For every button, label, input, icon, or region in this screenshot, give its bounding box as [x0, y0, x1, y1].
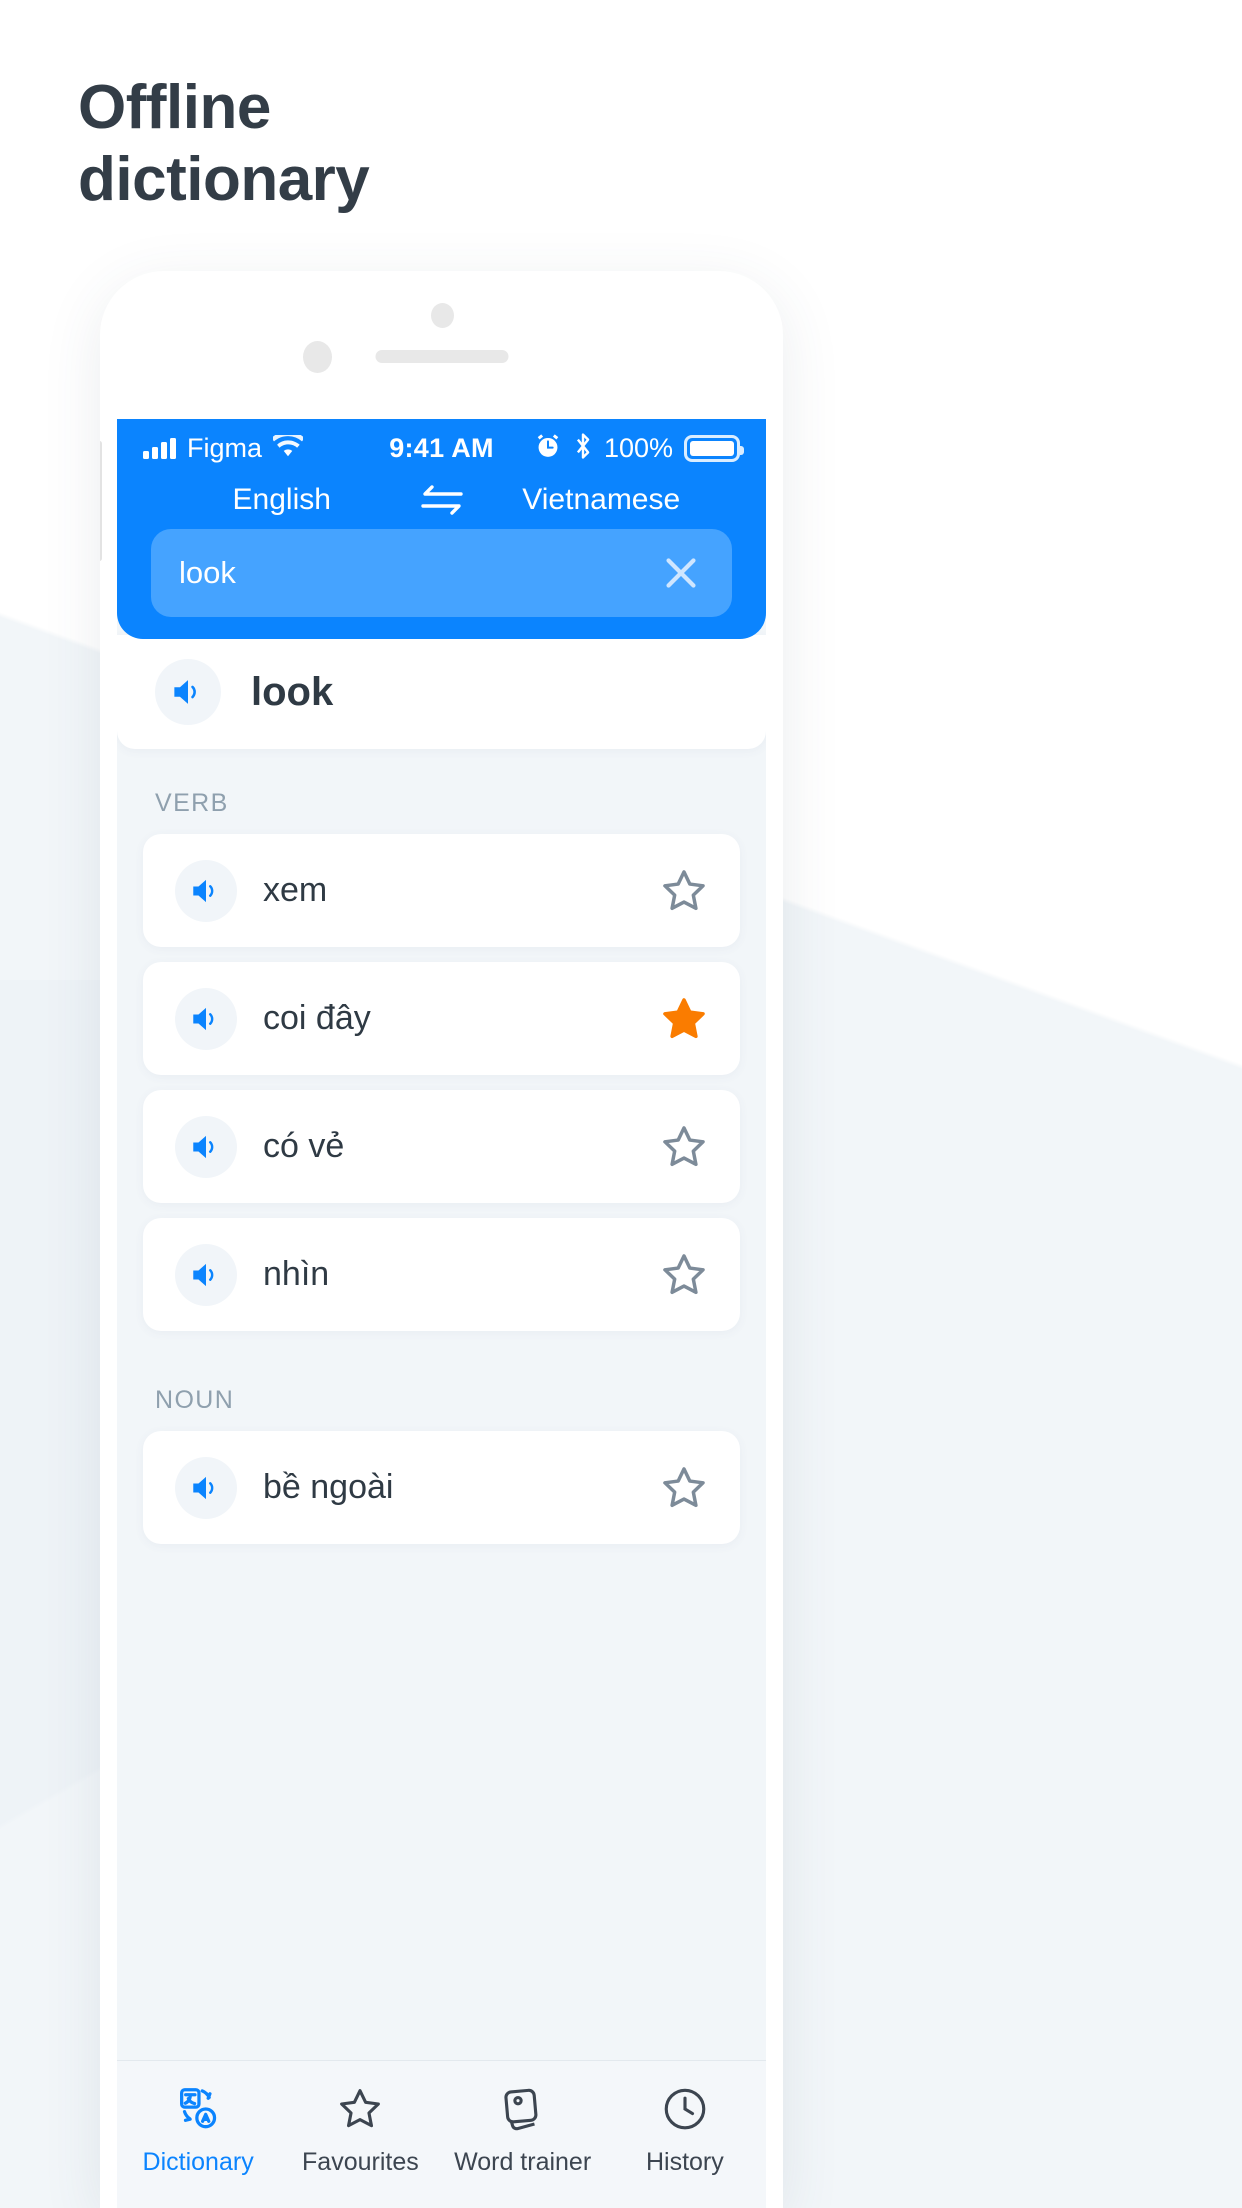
star-filled-icon: [663, 997, 705, 1038]
part-of-speech-label: VERB: [155, 789, 229, 817]
results-list: look VERB xem coi đây có vẻ nhìn NOUN bề…: [117, 635, 766, 1544]
speaker-icon: [174, 680, 196, 704]
signal-bars-icon: [143, 437, 176, 459]
tab-label: Dictionary: [142, 2148, 254, 2176]
favourite-toggle-button[interactable]: [658, 993, 710, 1045]
phone-earpiece-speaker: [375, 350, 508, 363]
carrier-label: Figma: [187, 432, 263, 463]
search-input[interactable]: look: [179, 555, 658, 591]
clock-icon: [660, 2081, 710, 2137]
phone-side-button: [100, 441, 102, 561]
star-outline-icon: [663, 1125, 705, 1166]
tab-dictionary[interactable]: Dictionary: [117, 2081, 279, 2177]
entry-speaker-button[interactable]: [175, 1243, 237, 1306]
entry-speaker-button[interactable]: [175, 1115, 237, 1178]
star-outline-icon: [663, 869, 705, 910]
list-item[interactable]: xem: [143, 834, 740, 947]
entry-speaker-button[interactable]: [175, 859, 237, 922]
cards-icon: [498, 2081, 548, 2137]
favourite-toggle-button[interactable]: [658, 1462, 710, 1514]
entry-word: coi đây: [263, 999, 371, 1037]
speaker-icon: [193, 879, 214, 902]
list-item[interactable]: coi đây: [143, 962, 740, 1075]
battery-percent-label: 100%: [603, 432, 674, 463]
translate-icon: [173, 2081, 223, 2137]
tab-label: Word trainer: [454, 2148, 592, 2176]
favourite-toggle-button[interactable]: [658, 865, 710, 917]
app-screen: Figma 9:41 AM 100% English Vietnamese lo…: [117, 419, 766, 2208]
battery-full-icon: [684, 434, 745, 462]
star-outline-icon: [335, 2081, 385, 2137]
star-outline-icon: [663, 1253, 705, 1294]
status-time: 9:41 AM: [389, 432, 494, 463]
target-language-button[interactable]: Vietnamese: [477, 483, 727, 517]
favourite-toggle-button[interactable]: [658, 1249, 710, 1301]
part-of-speech-label: NOUN: [155, 1386, 235, 1414]
entry-word: bề ngoài: [263, 1468, 394, 1506]
app-header: Figma 9:41 AM 100% English Vietnamese lo…: [117, 419, 766, 639]
entry-list: xem coi đây có vẻ nhìn: [117, 834, 766, 1331]
favourite-toggle-button[interactable]: [658, 1121, 710, 1173]
headword-text: look: [251, 669, 334, 714]
star-outline-icon: [340, 2089, 381, 2128]
translate-icon: [180, 2088, 217, 2129]
list-item[interactable]: nhìn: [143, 1218, 740, 1331]
entry-speaker-button[interactable]: [175, 987, 237, 1050]
tab-favourites[interactable]: Favourites: [279, 2081, 441, 2177]
entry-word: xem: [263, 871, 328, 909]
status-bar: Figma 9:41 AM 100%: [117, 419, 766, 477]
tab-label: Favourites: [302, 2148, 419, 2176]
swap-arrows-icon: [420, 485, 463, 515]
entry-word: nhìn: [263, 1255, 330, 1293]
tab-history[interactable]: History: [604, 2081, 766, 2177]
bluetooth-icon: [573, 432, 593, 465]
list-item[interactable]: có vẻ: [143, 1090, 740, 1203]
phone-front-camera: [303, 341, 332, 373]
clock-icon: [664, 2088, 706, 2130]
phone-mockup: Figma 9:41 AM 100% English Vietnamese lo…: [100, 271, 783, 2208]
page-title: Offline dictionary: [78, 73, 370, 214]
search-field[interactable]: look: [151, 529, 732, 617]
speaker-icon: [193, 1476, 214, 1499]
entry-speaker-button[interactable]: [175, 1456, 237, 1519]
language-selector-row: English Vietnamese: [117, 477, 766, 529]
wifi-icon: [271, 431, 305, 462]
close-x-icon: [666, 558, 696, 588]
tab-word-trainer[interactable]: Word trainer: [442, 2081, 604, 2177]
headword-card[interactable]: look: [117, 635, 766, 749]
alarm-clock-icon: [534, 432, 562, 465]
source-language-button[interactable]: English: [157, 483, 407, 517]
tab-label: History: [645, 2148, 724, 2176]
speaker-icon: [193, 1263, 214, 1286]
clear-search-button[interactable]: [658, 550, 704, 596]
search-area: look: [117, 529, 766, 625]
speaker-icon: [193, 1135, 214, 1158]
entry-list: bề ngoài: [117, 1431, 766, 1544]
entry-word: có vẻ: [263, 1127, 345, 1165]
list-item[interactable]: bề ngoài: [143, 1431, 740, 1544]
swap-languages-button[interactable]: [407, 483, 477, 517]
star-outline-icon: [663, 1466, 705, 1507]
phone-sensor: [431, 303, 454, 328]
speaker-icon: [193, 1007, 214, 1030]
bottom-tab-bar: Dictionary Favourites Word trainer History: [117, 2060, 766, 2208]
cards-icon: [504, 2088, 538, 2131]
headword-speaker-button[interactable]: [155, 659, 221, 725]
